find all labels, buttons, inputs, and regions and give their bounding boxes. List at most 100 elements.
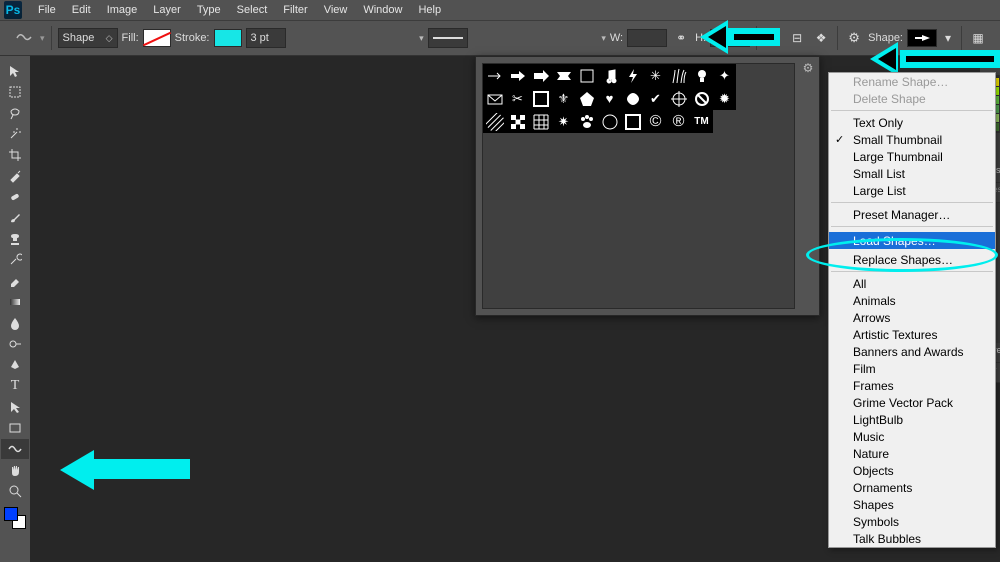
eyedropper-tool[interactable] xyxy=(1,166,29,186)
custom-shape-tool-icon[interactable] xyxy=(12,28,36,48)
shape-target[interactable] xyxy=(667,87,690,110)
shape-pentagon[interactable] xyxy=(575,87,598,110)
menu-arrows[interactable]: Arrows xyxy=(829,309,995,326)
shape-square-stroke[interactable] xyxy=(529,87,552,110)
width-input[interactable] xyxy=(627,29,667,47)
crop-tool[interactable] xyxy=(1,145,29,165)
path-select-tool[interactable] xyxy=(1,397,29,417)
menu-artistic-textures[interactable]: Artistic Textures xyxy=(829,326,995,343)
healing-tool[interactable] xyxy=(1,187,29,207)
menu-small-thumbnail[interactable]: ✓Small Thumbnail xyxy=(829,131,995,148)
shape-arrow-thin[interactable] xyxy=(483,64,506,87)
dodge-tool[interactable] xyxy=(1,334,29,354)
eraser-tool[interactable] xyxy=(1,271,29,291)
menu-file[interactable]: File xyxy=(30,2,64,18)
menu-music[interactable]: Music xyxy=(829,428,995,445)
menu-nature[interactable]: Nature xyxy=(829,445,995,462)
shape-stripes[interactable] xyxy=(483,110,506,133)
menu-window[interactable]: Window xyxy=(355,2,410,18)
lasso-tool[interactable] xyxy=(1,103,29,123)
menu-type[interactable]: Type xyxy=(189,2,229,18)
shape-checkmark[interactable]: ✔ xyxy=(644,87,667,110)
shape-trademark[interactable]: TM xyxy=(690,110,713,133)
shape-square-outline[interactable] xyxy=(575,64,598,87)
shape-pawprint[interactable] xyxy=(575,110,598,133)
menu-large-thumbnail[interactable]: Large Thumbnail xyxy=(829,148,995,165)
wand-tool[interactable] xyxy=(1,124,29,144)
shape-lightning[interactable] xyxy=(621,64,644,87)
shape-registered[interactable]: ® xyxy=(667,110,690,133)
brush-tool[interactable] xyxy=(1,208,29,228)
shape-music[interactable] xyxy=(598,64,621,87)
shape-square-bold[interactable] xyxy=(621,110,644,133)
type-tool[interactable]: T xyxy=(1,376,29,396)
rectangle-tool[interactable] xyxy=(1,418,29,438)
shape-burst[interactable]: ✹ xyxy=(713,87,736,110)
shape-lightbulb[interactable] xyxy=(690,64,713,87)
pathop-arrange-icon[interactable]: ❖ xyxy=(811,28,831,48)
link-wh-icon[interactable]: ⚭ xyxy=(671,28,691,48)
shape-heart[interactable]: ♥ xyxy=(598,87,621,110)
geometry-options-gear-icon[interactable]: ⚙ xyxy=(844,28,864,48)
pathop-align-icon[interactable]: ⊟ xyxy=(787,28,807,48)
menu-layer[interactable]: Layer xyxy=(145,2,189,18)
shape-checker[interactable] xyxy=(506,110,529,133)
menu-objects[interactable]: Objects xyxy=(829,462,995,479)
menu-large-list[interactable]: Large List xyxy=(829,182,995,199)
foreground-background-swatch[interactable] xyxy=(4,507,26,529)
menu-animals[interactable]: Animals xyxy=(829,292,995,309)
menu-filter[interactable]: Filter xyxy=(275,2,315,18)
menu-frames[interactable]: Frames xyxy=(829,377,995,394)
menu-ornaments[interactable]: Ornaments xyxy=(829,479,995,496)
shape-starburst[interactable]: ✳ xyxy=(644,64,667,87)
custom-shape-tool[interactable] xyxy=(1,439,29,459)
stroke-style-dropdown[interactable] xyxy=(428,28,468,48)
menu-small-list[interactable]: Small List xyxy=(829,165,995,182)
shape-arrow-2[interactable] xyxy=(529,64,552,87)
shape-circle-outline[interactable] xyxy=(598,110,621,133)
annotation-arrow-toolbar xyxy=(60,450,190,490)
marquee-tool[interactable] xyxy=(1,82,29,102)
gradient-tool[interactable] xyxy=(1,292,29,312)
stamp-tool[interactable] xyxy=(1,229,29,249)
shape-star[interactable]: ✦ xyxy=(713,64,736,87)
menu-talk-bubbles[interactable]: Talk Bubbles xyxy=(829,530,995,547)
shape-blob[interactable] xyxy=(621,87,644,110)
tool-mode-dropdown[interactable]: Shape ◇ xyxy=(58,28,118,48)
shape-banner[interactable] xyxy=(552,64,575,87)
menu-view[interactable]: View xyxy=(316,2,356,18)
move-tool[interactable] xyxy=(1,61,29,81)
zoom-tool[interactable] xyxy=(1,481,29,501)
shape-copyright[interactable]: © xyxy=(644,110,667,133)
shape-scissors[interactable]: ✂ xyxy=(506,87,529,110)
menu-lightbulb[interactable]: LightBulb xyxy=(829,411,995,428)
menu-preset-manager[interactable]: Preset Manager… xyxy=(829,206,995,223)
menu-edit[interactable]: Edit xyxy=(64,2,99,18)
fill-swatch[interactable] xyxy=(143,29,171,47)
menu-shapes[interactable]: Shapes xyxy=(829,496,995,513)
shape-spark[interactable]: ✷ xyxy=(552,110,575,133)
menu-text-only[interactable]: Text Only xyxy=(829,114,995,131)
menu-banners[interactable]: Banners and Awards xyxy=(829,343,995,360)
pen-tool[interactable] xyxy=(1,355,29,375)
menu-symbols[interactable]: Symbols xyxy=(829,513,995,530)
shape-grass[interactable] xyxy=(667,64,690,87)
menu-select[interactable]: Select xyxy=(229,2,276,18)
blur-tool[interactable] xyxy=(1,313,29,333)
shape-no[interactable] xyxy=(690,87,713,110)
stroke-swatch[interactable] xyxy=(214,29,242,47)
menu-help[interactable]: Help xyxy=(410,2,449,18)
menu-all[interactable]: All xyxy=(829,275,995,292)
shape-picker-settings-gear-icon[interactable]: ⚙ xyxy=(801,61,815,75)
hand-tool[interactable] xyxy=(1,460,29,480)
stroke-width-input[interactable]: 3 pt xyxy=(246,28,286,48)
shape-picker-grid[interactable]: ✳ ✦ ✂ ⚜ ♥ ✔ ✹ ✷ © ® TM xyxy=(482,63,795,309)
menu-grime[interactable]: Grime Vector Pack xyxy=(829,394,995,411)
history-brush-tool[interactable] xyxy=(1,250,29,270)
menu-film[interactable]: Film xyxy=(829,360,995,377)
shape-grid[interactable] xyxy=(529,110,552,133)
menu-image[interactable]: Image xyxy=(99,2,146,18)
shape-arrow-1[interactable] xyxy=(506,64,529,87)
shape-envelope[interactable] xyxy=(483,87,506,110)
shape-fleur[interactable]: ⚜ xyxy=(552,87,575,110)
